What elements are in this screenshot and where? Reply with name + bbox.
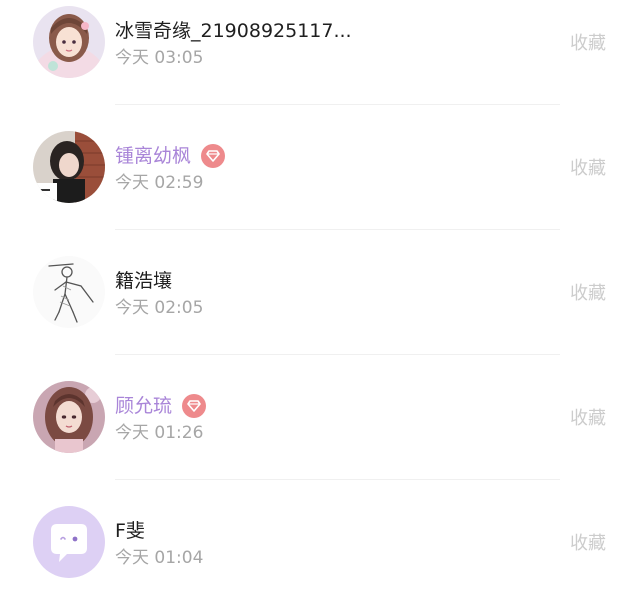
timestamp: 今天 01:26 xyxy=(115,423,204,443)
contact-name[interactable]: 籍浩壤 xyxy=(115,268,172,294)
favorite-button[interactable]: 收藏 xyxy=(570,532,606,556)
illustrated-girl-avatar-icon[interactable] xyxy=(33,381,105,453)
chat-bubble-avatar-icon[interactable] xyxy=(33,506,105,578)
contact-name[interactable]: F斐 xyxy=(115,518,145,544)
name-line: 顾允琉 xyxy=(115,393,207,419)
contact-name[interactable]: 冰雪奇缘_21908925117... xyxy=(115,18,352,44)
anime-girl-avatar-icon[interactable] xyxy=(33,6,105,78)
contact-name[interactable]: 顾允琉 xyxy=(115,393,172,419)
timestamp: 今天 02:59 xyxy=(115,173,204,193)
name-line: 锺离幼枫 xyxy=(115,143,226,169)
name-line: F斐 xyxy=(115,518,145,544)
list-item[interactable]: 顾允琉 今天 01:26 收藏 xyxy=(0,355,640,480)
favorite-button[interactable]: 收藏 xyxy=(570,282,606,306)
list-item[interactable]: 籍浩壤 今天 02:05 收藏 xyxy=(0,230,640,355)
contact-name[interactable]: 锺离幼枫 xyxy=(115,143,191,169)
name-line: 冰雪奇缘_21908925117... xyxy=(115,18,352,44)
timestamp: 今天 01:04 xyxy=(115,548,204,568)
photo-girl-avatar-icon[interactable] xyxy=(33,131,105,203)
contact-list: 冰雪奇缘_21908925117... 今天 03:05 收藏 锺离幼枫 今天 … xyxy=(0,0,640,616)
name-line: 籍浩壤 xyxy=(115,268,172,294)
list-item[interactable]: F斐 今天 01:04 收藏 xyxy=(0,480,640,605)
list-item[interactable]: 锺离幼枫 今天 02:59 收藏 xyxy=(0,105,640,230)
diamond-icon xyxy=(182,394,207,418)
favorite-button[interactable]: 收藏 xyxy=(570,32,606,56)
list-item[interactable]: 冰雪奇缘_21908925117... 今天 03:05 收藏 xyxy=(0,0,640,105)
favorite-button[interactable]: 收藏 xyxy=(570,407,606,431)
sketch-figure-avatar-icon[interactable] xyxy=(33,256,105,328)
favorite-button[interactable]: 收藏 xyxy=(570,157,606,181)
timestamp: 今天 02:05 xyxy=(115,298,204,318)
timestamp: 今天 03:05 xyxy=(115,48,204,68)
diamond-icon xyxy=(201,144,226,168)
